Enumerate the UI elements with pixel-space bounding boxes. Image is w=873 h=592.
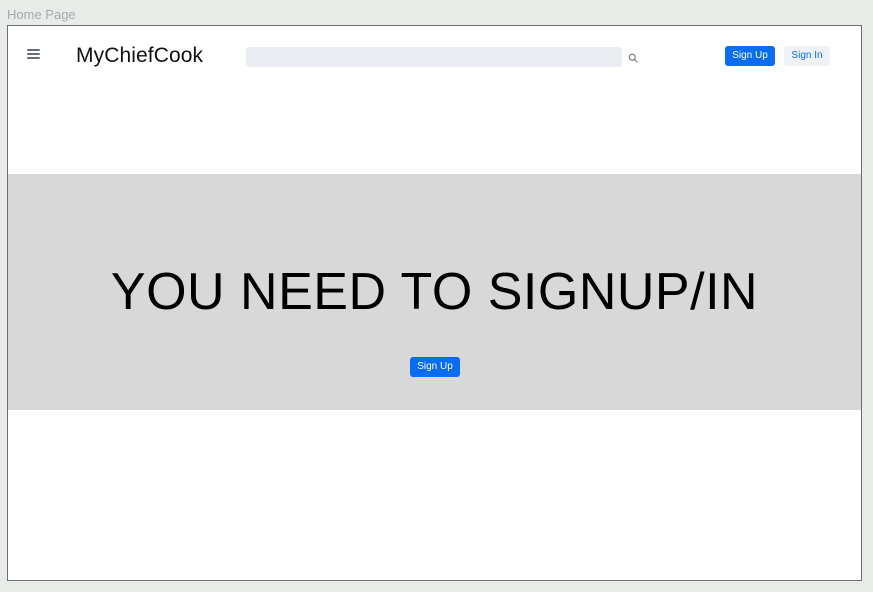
header-signin-button[interactable]: Sign In: [784, 46, 830, 66]
menu-icon-line: [27, 57, 40, 59]
home-page-frame: MyChiefCook Sign Up Sign In YOU NEED TO …: [7, 25, 862, 581]
search-icon[interactable]: [628, 53, 638, 63]
menu-icon-line: [27, 49, 40, 51]
frame-label: Home Page: [7, 7, 76, 22]
hero-title: YOU NEED TO SIGNUP/IN: [110, 263, 759, 321]
header-signup-button[interactable]: Sign Up: [725, 46, 775, 66]
search-input[interactable]: [246, 47, 622, 67]
brand-logo[interactable]: MyChiefCook: [76, 43, 203, 69]
menu-icon-line: [27, 53, 40, 55]
hamburger-menu-icon[interactable]: [27, 48, 41, 60]
signup-hero: YOU NEED TO SIGNUP/IN Sign Up: [8, 174, 861, 410]
hero-signup-button[interactable]: Sign Up: [410, 357, 460, 377]
